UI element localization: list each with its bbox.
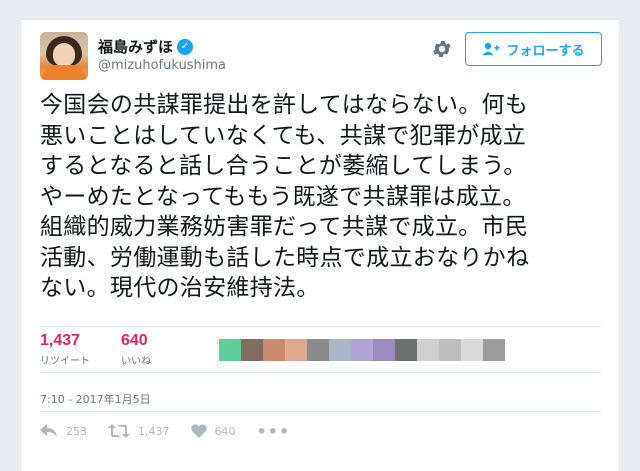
like-button[interactable]: 640 xyxy=(190,424,236,438)
tweet-actions: 253 1,437 640 ••• xyxy=(40,420,290,442)
user-avatar[interactable] xyxy=(40,32,88,80)
like-count: 640 xyxy=(121,332,148,349)
retweet-action-count: 1,437 xyxy=(138,424,170,438)
liker-avatar[interactable] xyxy=(219,339,241,361)
follow-button[interactable]: フォローする xyxy=(465,32,602,66)
user-handle[interactable]: @mizuhofukushima xyxy=(98,58,226,73)
retweet-label: リツイート xyxy=(40,356,90,367)
reply-icon xyxy=(40,424,57,437)
liker-avatar[interactable] xyxy=(329,339,351,361)
liker-avatar[interactable] xyxy=(483,339,505,361)
more-icon: ••• xyxy=(256,421,291,441)
more-button[interactable]: ••• xyxy=(257,422,291,441)
add-user-icon xyxy=(482,42,500,55)
like-action-count: 640 xyxy=(214,424,236,438)
divider xyxy=(40,411,601,412)
divider xyxy=(217,337,218,367)
liker-avatar[interactable] xyxy=(439,339,461,361)
retweet-stat[interactable]: 1,437 リツイート xyxy=(40,332,90,367)
heart-icon xyxy=(190,424,207,438)
tweet-card: 福島みずほ ✓ @mizuhofukushima フォローする 今国会の共謀罪提… xyxy=(20,19,620,471)
liker-avatar[interactable] xyxy=(395,339,417,361)
retweet-icon xyxy=(108,424,130,438)
user-name-row: 福島みずほ ✓ xyxy=(98,36,194,57)
divider xyxy=(40,372,601,373)
divider xyxy=(40,326,601,327)
display-name[interactable]: 福島みずほ xyxy=(98,36,173,57)
liker-avatar[interactable] xyxy=(351,339,373,361)
liker-avatar[interactable] xyxy=(307,339,329,361)
liker-avatars xyxy=(219,339,505,361)
tweet-text: 今国会の共謀罪提出を許してはならない。何も 悪いことはしていなくても、共謀で犯罪… xyxy=(40,92,530,301)
retweet-button[interactable]: 1,437 xyxy=(108,424,170,438)
liker-avatar[interactable] xyxy=(263,339,285,361)
verified-badge-icon: ✓ xyxy=(177,38,194,55)
tweet-timestamp[interactable]: 7:10 - 2017年1月5日 xyxy=(40,391,151,407)
liker-avatar[interactable] xyxy=(373,339,395,361)
reply-button[interactable]: 253 xyxy=(40,424,87,438)
liker-avatar[interactable] xyxy=(461,339,483,361)
like-stat[interactable]: 640 いいね xyxy=(121,332,151,367)
gear-icon[interactable] xyxy=(431,38,453,60)
reply-count: 253 xyxy=(66,424,87,438)
liker-avatar[interactable] xyxy=(417,339,439,361)
like-label: いいね xyxy=(121,356,151,367)
follow-button-label: フォローする xyxy=(506,43,585,59)
liker-avatar[interactable] xyxy=(285,339,307,361)
liker-avatar[interactable] xyxy=(241,339,263,361)
retweet-count: 1,437 xyxy=(40,332,81,349)
